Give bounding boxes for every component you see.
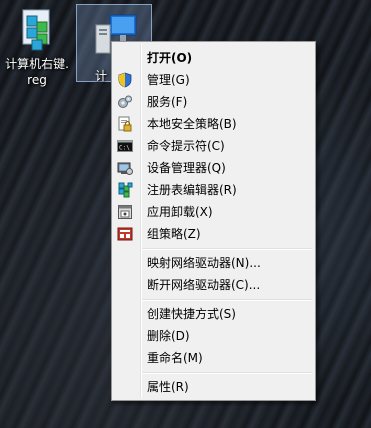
menu-item-services[interactable]: 服务(F): [114, 91, 313, 113]
desktop-icon-reg-file[interactable]: 计算机右键. reg: [0, 6, 74, 88]
menu-item-manage[interactable]: 管理(G): [114, 69, 313, 91]
desktop-icon-label-line1: 计算机右键.: [5, 57, 69, 71]
menu-item-label: 应用卸载(X): [147, 205, 213, 219]
cmd-icon: C:\: [117, 138, 133, 154]
menu-item-delete[interactable]: 删除(D): [114, 325, 313, 347]
menu-item-local-security-policy[interactable]: 本地安全策略(B): [114, 113, 313, 135]
menu-item-label: 删除(D): [147, 329, 190, 343]
menu-item-label: 重命名(M): [147, 351, 203, 365]
menu-item-label: 创建快捷方式(S): [147, 307, 236, 321]
menu-item-label: 本地安全策略(B): [147, 117, 237, 131]
menu-item-uninstall[interactable]: 应用卸载(X): [114, 201, 313, 223]
menu-item-label: 设备管理器(Q): [147, 161, 226, 175]
menu-item-create-shortcut[interactable]: 创建快捷方式(S): [114, 303, 313, 325]
group-policy-icon: [117, 226, 133, 242]
device-manager-icon: [117, 160, 133, 176]
menu-item-registry-editor[interactable]: 注册表编辑器(R): [114, 179, 313, 201]
svg-text:C:\: C:\: [119, 145, 130, 152]
menu-item-group-policy[interactable]: 组策略(Z): [114, 223, 313, 245]
menu-item-label: 映射网络驱动器(N)...: [147, 256, 261, 270]
menu-separator: [142, 299, 312, 301]
regedit-icon: [117, 182, 133, 198]
menu-item-label: 注册表编辑器(R): [147, 183, 237, 197]
services-icon: [117, 94, 133, 110]
shield-icon: [117, 72, 133, 88]
menu-item-label: 管理(G): [147, 73, 190, 87]
desktop-icon-label: 计: [95, 69, 108, 83]
menu-item-open[interactable]: 打开(O): [114, 47, 313, 69]
menu-item-map-network-drive[interactable]: 映射网络驱动器(N)...: [114, 252, 313, 274]
uninstall-icon: [117, 204, 133, 220]
registry-file-icon: [13, 6, 61, 54]
menu-item-rename[interactable]: 重命名(M): [114, 347, 313, 369]
menu-separator: [142, 372, 312, 374]
menu-item-command-prompt[interactable]: C:\ 命令提示符(C): [114, 135, 313, 157]
menu-item-label: 断开网络驱动器(C)...: [147, 278, 261, 292]
menu-separator: [142, 248, 312, 250]
menu-item-label: 服务(F): [147, 95, 188, 109]
menu-item-label: 属性(R): [147, 380, 189, 394]
menu-item-label: 打开(O): [147, 51, 193, 65]
menu-item-disconnect-network-drive[interactable]: 断开网络驱动器(C)...: [114, 274, 313, 296]
context-menu: 打开(O) 管理(G) 服务(F) 本地安全策略(B) C:\ 命令提示符(C)…: [111, 41, 316, 401]
security-policy-icon: [117, 116, 133, 132]
menu-item-device-manager[interactable]: 设备管理器(Q): [114, 157, 313, 179]
menu-item-properties[interactable]: 属性(R): [114, 376, 313, 398]
menu-item-label: 命令提示符(C): [147, 139, 225, 153]
menu-item-label: 组策略(Z): [147, 227, 201, 241]
desktop-icon-label-line2: reg: [27, 73, 47, 87]
